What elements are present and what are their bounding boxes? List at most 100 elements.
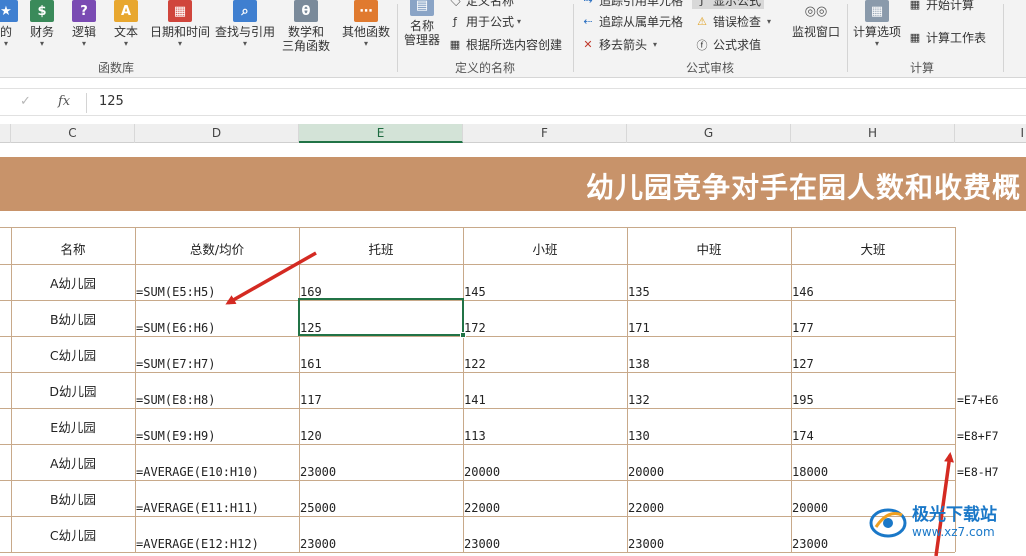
watch-window-button[interactable]: ◎◎ 监视窗口 [792,0,840,40]
column-header-d[interactable]: D [135,124,299,143]
trace-precedents-button[interactable]: ⇢ 追踪引用单元格 [581,0,683,9]
lookup-icon: ⌕ [233,0,257,22]
column-header-g[interactable]: G [627,124,791,143]
formula-cell[interactable]: =AVERAGE(E11:H11) [136,501,259,515]
table-header-cell[interactable]: 总数/均价 [135,239,299,258]
value-cell[interactable]: 141 [464,393,486,407]
value-cell[interactable]: 20000 [792,501,828,515]
remove-arrows-button[interactable]: ✕ 移去箭头 ▾ [581,36,657,53]
error-checking-button[interactable]: ⚠ 错误检查 ▾ [695,13,771,30]
evaluate-formula-button[interactable]: ⓕ 公式求值 [695,36,762,53]
kindergarten-name-cell[interactable]: C幼儿园 [11,525,135,544]
kindergarten-name-cell[interactable]: D幼儿园 [11,381,135,400]
chevron-down-icon: ▾ [124,39,129,48]
value-cell[interactable]: 146 [792,285,814,299]
grid-line [0,444,955,445]
recently-used-button[interactable]: ★ 的 ▾ [0,0,18,49]
value-cell[interactable]: 117 [300,393,322,407]
value-cell[interactable]: 138 [628,357,650,371]
value-cell[interactable]: 127 [792,357,814,371]
formula-cell[interactable]: =SUM(E9:H9) [136,429,215,443]
value-cell[interactable]: 174 [792,429,814,443]
trace-dependents-button[interactable]: ⇠ 追踪从属单元格 [581,13,683,30]
watermark-url: www.xz7.com [912,525,995,539]
active-cell-e6[interactable] [298,298,466,338]
more-functions-button[interactable]: ⋯ 其他函数 ▾ [342,0,390,49]
side-formula-cell[interactable]: =E8+F7 [957,429,999,443]
formula-cell[interactable]: =SUM(E7:H7) [136,357,215,371]
value-cell[interactable]: 23000 [464,537,500,551]
calculate-now-icon: ▦ [909,0,921,11]
value-cell[interactable]: 23000 [628,537,664,551]
fx-icon: ƒ [453,15,457,28]
more-functions-icon: ⋯ [354,0,378,22]
value-cell[interactable]: 120 [300,429,322,443]
fill-handle[interactable] [460,332,466,338]
value-cell[interactable]: 22000 [464,501,500,515]
side-formula-cell[interactable]: =E8-H7 [957,465,999,479]
table-header-cell[interactable]: 小班 [463,239,627,258]
kindergarten-name-cell[interactable]: A幼儿园 [11,453,135,472]
table-header-cell[interactable]: 中班 [627,239,791,258]
calculate-sheet-button[interactable]: ▦ 计算工作表 [908,29,986,46]
value-cell[interactable]: 135 [628,285,650,299]
confirm-icon[interactable]: ✓ [20,94,31,109]
table-header-cell[interactable]: 托班 [299,239,463,258]
define-name-button[interactable]: 🏷 定义名称 [448,0,514,9]
lookup-reference-button[interactable]: ⌕ 查找与引用 ▾ [215,0,275,49]
date-time-button[interactable]: ▦ 日期和时间 ▾ [150,0,210,49]
column-header-e[interactable]: E [299,124,463,143]
kindergarten-name-cell[interactable]: B幼儿园 [11,489,135,508]
column-header-b[interactable] [0,124,11,143]
value-cell[interactable]: 22000 [628,501,664,515]
financial-button[interactable]: $ 财务 ▾ [30,0,54,49]
column-header-i[interactable]: I [955,124,1026,143]
value-cell[interactable]: 161 [300,357,322,371]
text-button[interactable]: A 文本 ▾ [114,0,138,49]
value-cell[interactable]: 169 [300,285,322,299]
value-cell[interactable]: 23000 [300,537,336,551]
use-in-formula-button[interactable]: ƒ 用于公式 ▾ [448,13,521,30]
value-cell[interactable]: 20000 [628,465,664,479]
logical-button[interactable]: ? 逻辑 ▾ [72,0,96,49]
value-cell[interactable]: 25000 [300,501,336,515]
column-header-f[interactable]: F [463,124,627,143]
formula-input[interactable]: 125 [99,94,124,109]
side-formula-cell[interactable]: =E7+E6 [957,393,999,407]
column-header-c[interactable]: C [11,124,135,143]
value-cell[interactable]: 23000 [792,537,828,551]
value-cell[interactable]: 18000 [792,465,828,479]
calculation-options-button[interactable]: ▦ 计算选项 ▾ [853,0,901,49]
formula-cell[interactable]: =SUM(E6:H6) [136,321,215,335]
value-cell[interactable]: 171 [628,321,650,335]
kindergarten-name-cell[interactable]: E幼儿园 [11,417,135,436]
value-cell[interactable]: 177 [792,321,814,335]
insert-function-icon[interactable]: fx [58,94,70,109]
formula-cell[interactable]: =AVERAGE(E10:H10) [136,465,259,479]
formula-cell[interactable]: =SUM(E5:H5) [136,285,215,299]
text-icon: A [114,0,138,22]
table-header-cell[interactable]: 大班 [791,239,955,258]
value-cell[interactable]: 122 [464,357,486,371]
calculate-now-button[interactable]: ▦ 开始计算 [908,0,974,13]
value-cell[interactable]: 23000 [300,465,336,479]
formula-cell[interactable]: =AVERAGE(E12:H12) [136,537,259,551]
kindergarten-name-cell[interactable]: C幼儿园 [11,345,135,364]
value-cell[interactable]: 195 [792,393,814,407]
value-cell[interactable]: 113 [464,429,486,443]
name-manager-button[interactable]: ▤ 名称 管理器 [404,0,440,47]
kindergarten-name-cell[interactable]: B幼儿园 [11,309,135,328]
math-trig-button[interactable]: θ 数学和 三角函数 [282,0,330,53]
value-cell[interactable]: 130 [628,429,650,443]
formula-cell[interactable]: =SUM(E8:H8) [136,393,215,407]
column-header-h[interactable]: H [791,124,955,143]
value-cell[interactable]: 145 [464,285,486,299]
value-cell[interactable]: 172 [464,321,486,335]
glasses-icon: ◎◎ [804,3,828,19]
kindergarten-name-cell[interactable]: A幼儿园 [11,273,135,292]
table-header-cell[interactable]: 名称 [11,239,135,258]
value-cell[interactable]: 20000 [464,465,500,479]
create-from-selection-button[interactable]: ▦ 根据所选内容创建 [448,36,562,53]
value-cell[interactable]: 132 [628,393,650,407]
show-formulas-button[interactable]: ƒ 显示公式 [692,0,765,9]
